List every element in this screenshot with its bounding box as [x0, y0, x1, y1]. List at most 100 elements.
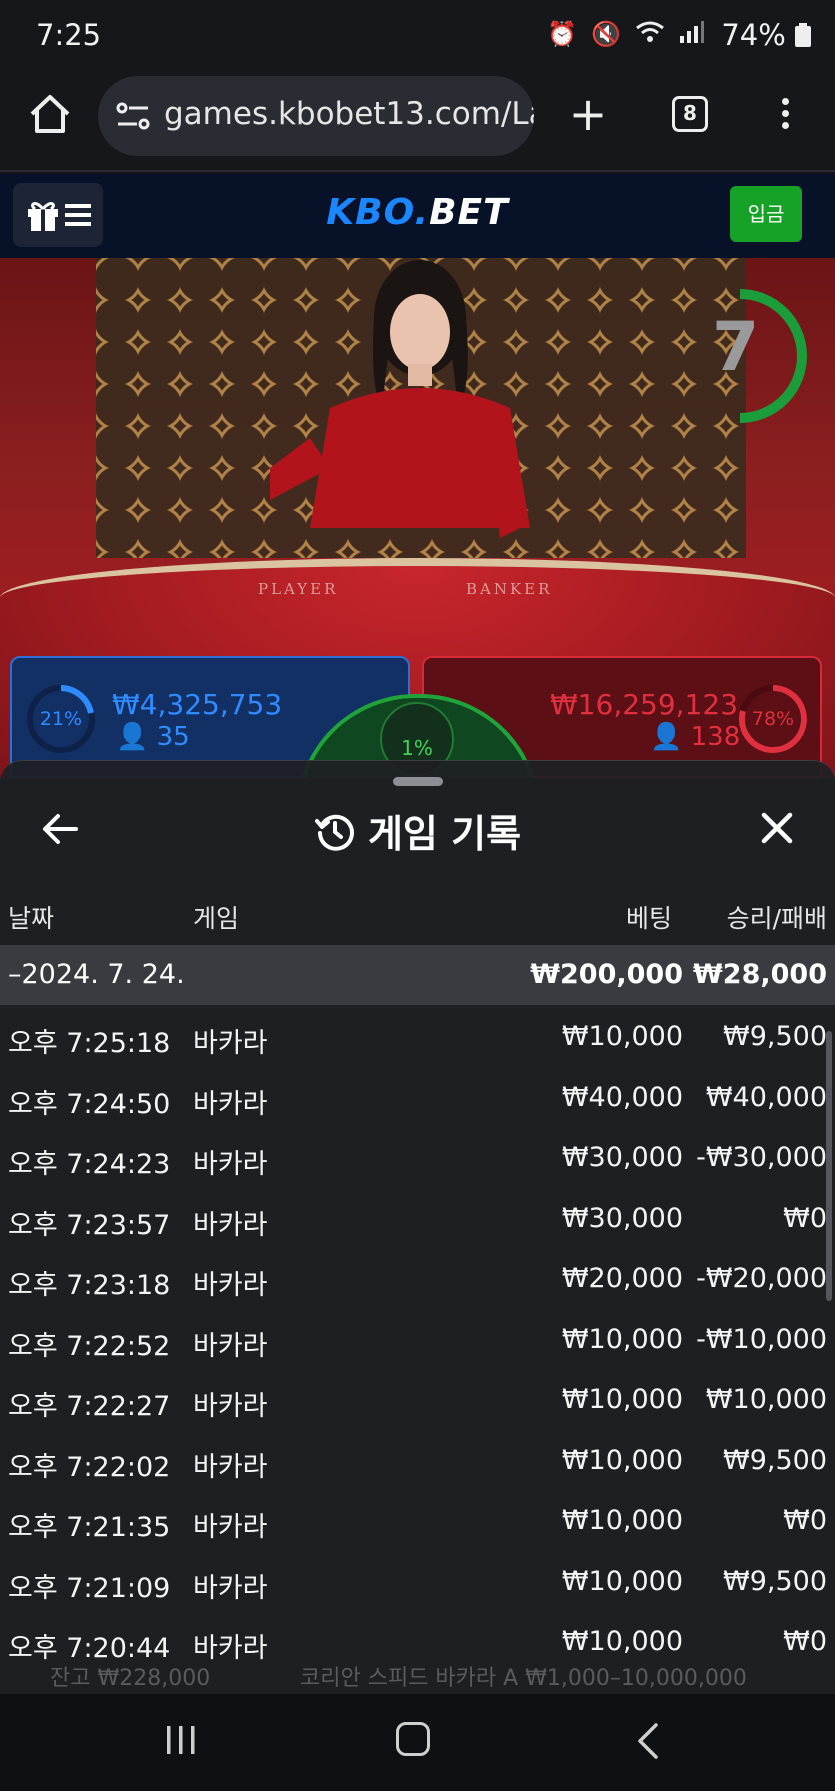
row-time: 오후 7:22:27: [8, 1391, 171, 1422]
row-bet: ₩10,000: [561, 1021, 683, 1052]
row-game: 바카라: [193, 1149, 268, 1180]
new-tab-button[interactable]: +: [568, 91, 608, 137]
browser-toolbar: games.kbobet13.com/La + 8: [0, 72, 835, 172]
history-row[interactable]: 오후 7:22:52 바카라 ₩10,000 -₩10,000: [0, 1308, 835, 1369]
player-count-value: 35: [156, 722, 190, 752]
url-text: games.kbobet13.com/La: [164, 96, 534, 132]
row-result: ₩9,500: [723, 1565, 827, 1597]
game-history-sheet: 게임 기록 날짜 게임 베팅 승리/패배 –2024. 7. 24. ₩200,…: [0, 760, 835, 1694]
back-nav-icon[interactable]: [636, 1722, 660, 1760]
person-icon: 👤: [650, 722, 683, 752]
balance-text: 잔고 ₩228,000: [50, 1666, 211, 1691]
signal-icon: [679, 20, 705, 50]
logo-part-kbo: KBO.: [326, 192, 430, 233]
history-icon: [314, 814, 354, 851]
table-player-label: PLAYER: [258, 580, 339, 598]
alarm-icon: ⏰: [547, 20, 578, 48]
group-result-total: ₩28,000: [693, 959, 827, 990]
player-amount: ₩4,325,753: [112, 688, 283, 721]
row-result: ₩0: [783, 1626, 827, 1657]
column-header-bet: 베팅: [625, 904, 672, 933]
row-time: 오후 7:24:23: [8, 1149, 171, 1180]
person-icon: 👤: [116, 722, 149, 752]
row-bet: ₩10,000: [561, 1505, 683, 1536]
system-nav-bar: [0, 1694, 835, 1791]
wifi-icon: [635, 20, 665, 50]
site-logo[interactable]: KBO.BET: [0, 192, 835, 233]
player-bettor-count: 👤 35: [116, 722, 190, 752]
status-bar: 7:25 ⏰ 🔇 74%: [0, 0, 835, 72]
table-name-text: 코리안 스피드 바카라 A ₩1,000–10,000,000: [300, 1666, 747, 1691]
banker-count-value: 138: [690, 722, 741, 752]
tab-switcher-button[interactable]: 8: [672, 96, 708, 132]
home-nav-icon[interactable]: [396, 1722, 430, 1756]
row-time: 오후 7:23:57: [8, 1209, 171, 1241]
row-result: -₩30,000: [696, 1142, 827, 1173]
column-header-game: 게임: [193, 904, 240, 933]
row-game: 바카라: [193, 1572, 268, 1604]
row-time: 오후 7:22:02: [8, 1451, 171, 1483]
url-bar[interactable]: games.kbobet13.com/La: [98, 76, 534, 156]
site-settings-icon[interactable]: [116, 100, 150, 132]
banker-bettor-count: 👤 138: [650, 722, 740, 752]
history-row[interactable]: 오후 7:22:02 바카라 ₩10,000 ₩9,500: [0, 1429, 835, 1490]
row-game: 바카라: [193, 1391, 268, 1422]
row-game: 바카라: [193, 1028, 268, 1059]
tie-percent: 1%: [401, 736, 433, 760]
row-time: 오후 7:21:09: [8, 1572, 171, 1604]
history-row[interactable]: 오후 7:23:18 바카라 ₩20,000 -₩20,000: [0, 1247, 835, 1308]
recents-icon[interactable]: [164, 1724, 198, 1756]
battery-icon: [795, 23, 811, 47]
history-list[interactable]: 오후 7:25:18 바카라 ₩10,000 ₩9,500 오후 7:24:50…: [0, 1005, 835, 1695]
row-result: -₩10,000: [696, 1323, 827, 1355]
row-bet: ₩40,000: [561, 1081, 683, 1113]
row-game: 바카라: [193, 1512, 268, 1543]
table-banker-label: BANKER: [466, 580, 553, 598]
date-group-row[interactable]: –2024. 7. 24. ₩200,000 ₩28,000: [0, 945, 835, 1005]
row-result: ₩9,500: [723, 1444, 827, 1476]
history-row[interactable]: 오후 7:24:50 바카라 ₩40,000 ₩40,000: [0, 1066, 835, 1127]
row-game: 바카라: [193, 1088, 268, 1120]
history-row[interactable]: 오후 7:22:27 바카라 ₩10,000 ₩10,000: [0, 1368, 835, 1429]
row-game: 바카라: [193, 1451, 268, 1483]
more-menu-icon[interactable]: [770, 94, 800, 138]
drag-handle[interactable]: [393, 777, 443, 786]
row-game: 바카라: [193, 1209, 268, 1241]
banker-percent: 78%: [751, 708, 795, 730]
row-bet: ₩10,000: [561, 1626, 683, 1657]
history-row[interactable]: 오후 7:21:09 바카라 ₩10,000 ₩9,500: [0, 1550, 835, 1611]
row-result: ₩9,500: [723, 1021, 827, 1052]
row-bet: ₩30,000: [561, 1142, 683, 1173]
row-bet: ₩20,000: [561, 1263, 683, 1294]
history-row[interactable]: 오후 7:23:57 바카라 ₩30,000 ₩0: [0, 1187, 835, 1248]
row-result: -₩20,000: [696, 1263, 827, 1294]
column-header-date: 날짜: [8, 904, 55, 933]
history-row[interactable]: 오후 7:24:23 바카라 ₩30,000 -₩30,000: [0, 1126, 835, 1187]
history-row[interactable]: 오후 7:25:18 바카라 ₩10,000 ₩9,500: [0, 1005, 835, 1066]
clock: 7:25: [36, 18, 102, 52]
column-header-result: 승리/패배: [726, 904, 827, 933]
row-bet: ₩10,000: [561, 1565, 683, 1597]
row-game: 바카라: [193, 1330, 268, 1362]
scrollbar[interactable]: [826, 1031, 832, 1301]
row-time: 오후 7:23:18: [8, 1270, 171, 1301]
row-time: 오후 7:25:18: [8, 1028, 171, 1059]
group-date: –2024. 7. 24.: [8, 959, 185, 990]
player-percent: 21%: [39, 708, 83, 730]
row-result: ₩10,000: [705, 1384, 827, 1415]
row-bet: ₩30,000: [561, 1202, 683, 1234]
close-icon[interactable]: [760, 811, 794, 845]
countdown-number: 7: [712, 308, 760, 387]
site-header: KBO.BET 입금: [0, 174, 835, 258]
row-time: 오후 7:24:50: [8, 1088, 171, 1120]
history-row[interactable]: 오후 7:21:35 바카라 ₩10,000 ₩0: [0, 1489, 835, 1550]
row-bet: ₩10,000: [561, 1444, 683, 1476]
home-icon[interactable]: [28, 92, 72, 136]
row-result: ₩40,000: [705, 1081, 827, 1113]
row-result: ₩0: [783, 1202, 827, 1234]
deposit-button[interactable]: 입금: [730, 186, 802, 242]
row-result: ₩0: [783, 1505, 827, 1536]
mute-icon: 🔇: [591, 20, 621, 48]
sheet-title: 게임 기록: [367, 812, 522, 856]
status-icons: ⏰ 🔇: [547, 20, 705, 50]
